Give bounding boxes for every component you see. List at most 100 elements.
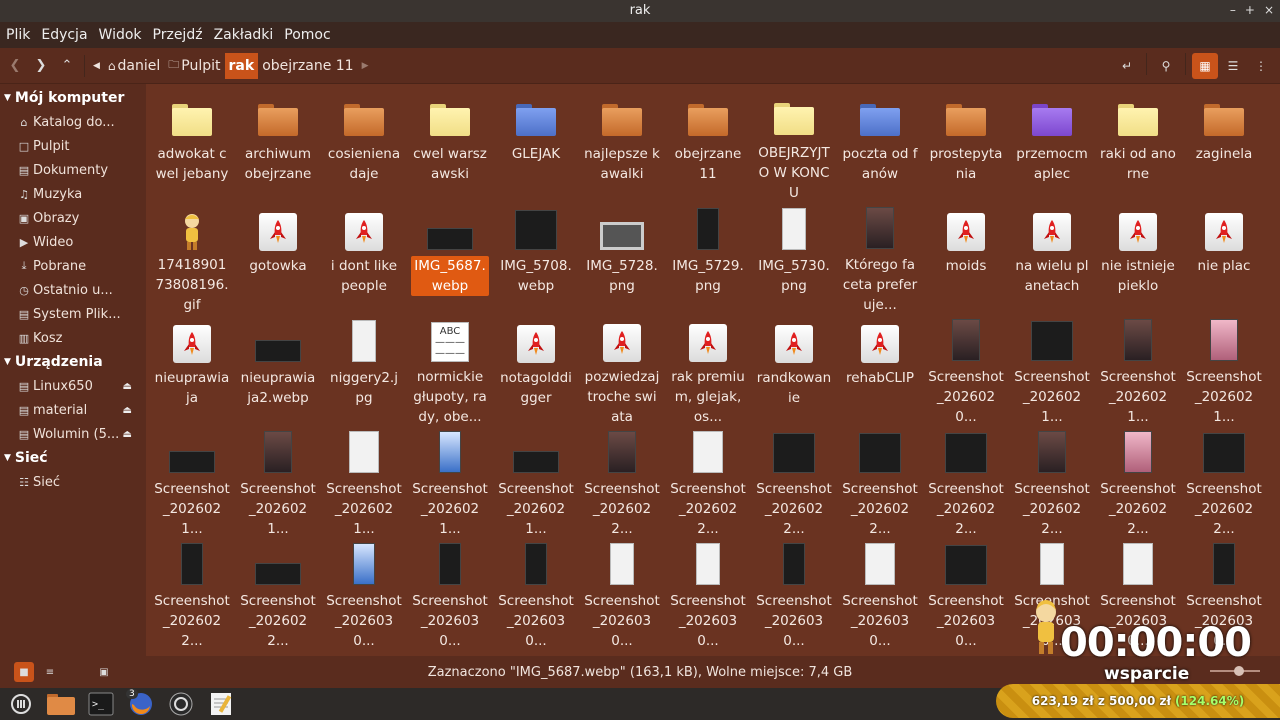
file-item[interactable]: Screenshot _2026022... bbox=[152, 542, 232, 650]
file-item[interactable]: pozwiedzaj troche swiata bbox=[582, 318, 662, 426]
sidebar-item[interactable]: ⌂ Katalog do... bbox=[0, 110, 146, 134]
file-item[interactable]: Screenshot _2026022... bbox=[1098, 430, 1178, 538]
file-item[interactable]: Screenshot _2026022... bbox=[238, 542, 318, 650]
menu-go[interactable]: Przejdź bbox=[153, 27, 203, 43]
sidebar-item[interactable]: ▤ System Plik... bbox=[0, 302, 146, 326]
file-item[interactable]: Screenshot _2026022... bbox=[840, 430, 920, 538]
file-item[interactable]: Screenshot _2026022... bbox=[1184, 430, 1264, 538]
breadcrumb-home[interactable]: ⌂ daniel bbox=[104, 53, 164, 79]
location-toggle-button[interactable]: ↵ bbox=[1114, 53, 1140, 79]
show-tree-button[interactable]: ≡ bbox=[40, 662, 60, 682]
file-item[interactable]: rehabCLIP bbox=[840, 318, 920, 426]
up-button[interactable]: ⌃ bbox=[54, 53, 80, 79]
back-button[interactable]: ❮ bbox=[2, 53, 28, 79]
minimize-button[interactable]: – bbox=[1230, 0, 1236, 21]
eject-icon[interactable]: ⏏ bbox=[123, 381, 132, 392]
breadcrumb-desktop[interactable]: 🗀 Pulpit bbox=[164, 53, 224, 79]
folder-item[interactable]: obejrzane 11 bbox=[668, 94, 748, 202]
sidebar-section-header[interactable]: ▼ Sieć bbox=[0, 446, 146, 470]
taskbar-obs[interactable] bbox=[164, 689, 198, 719]
file-item[interactable]: IMG_5730.png bbox=[754, 206, 834, 314]
file-item[interactable]: Screenshot _2026021... bbox=[152, 430, 232, 538]
file-item[interactable]: nieuprawiaja bbox=[152, 318, 232, 426]
file-item[interactable]: Screenshot _2026030... bbox=[496, 542, 576, 650]
file-item[interactable]: Screenshot _2026030... bbox=[840, 542, 920, 650]
file-item[interactable]: nie istnieje pieklo bbox=[1098, 206, 1178, 314]
slider-knob[interactable] bbox=[1234, 666, 1244, 676]
file-item[interactable]: nieuprawiaja2.webp bbox=[238, 318, 318, 426]
file-item[interactable]: nie plac bbox=[1184, 206, 1264, 314]
menu-file[interactable]: Plik bbox=[6, 27, 30, 43]
eject-icon[interactable]: ⏏ bbox=[123, 429, 132, 440]
sidebar-item[interactable]: ▤ Dokumenty bbox=[0, 158, 146, 182]
menu-bookmarks[interactable]: Zakładki bbox=[214, 27, 274, 43]
icon-view-button[interactable]: ▦ bbox=[1192, 53, 1218, 79]
taskbar-text-editor[interactable] bbox=[204, 689, 238, 719]
sidebar-item[interactable]: ⤓ Pobrane bbox=[0, 254, 146, 278]
file-item[interactable]: 1741890173808196.gif bbox=[152, 206, 232, 314]
search-button[interactable]: ⚲ bbox=[1153, 53, 1179, 79]
sidebar-item[interactable]: ▤ Linux650 ⏏ bbox=[0, 374, 146, 398]
close-button[interactable]: × bbox=[1264, 0, 1274, 21]
file-item[interactable]: randkowanie bbox=[754, 318, 834, 426]
file-item[interactable]: Screenshot _2026030... bbox=[668, 542, 748, 650]
forward-button[interactable]: ❯ bbox=[28, 53, 54, 79]
folder-item[interactable]: najlepsze kawalki bbox=[582, 94, 662, 202]
list-view-button[interactable]: ☰ bbox=[1220, 53, 1246, 79]
taskbar-terminal[interactable]: >_ bbox=[84, 689, 118, 719]
folder-item[interactable]: przemocmaplec bbox=[1012, 94, 1092, 202]
file-item[interactable]: moids bbox=[926, 206, 1006, 314]
file-item[interactable]: Screenshot _2026021... bbox=[1184, 318, 1264, 426]
file-item[interactable]: Screenshot _2026021... bbox=[410, 430, 490, 538]
file-item[interactable]: IMG_5687.webp bbox=[410, 206, 490, 314]
file-item[interactable]: IMG_5728.png bbox=[582, 206, 662, 314]
file-item[interactable]: Screenshot _2026022... bbox=[582, 430, 662, 538]
file-item[interactable]: Screenshot _2026021... bbox=[1098, 318, 1178, 426]
compact-view-button[interactable]: ⋮ bbox=[1248, 53, 1274, 79]
file-item[interactable]: rak premium, glejak, os... bbox=[668, 318, 748, 426]
folder-item[interactable]: adwokat cwel jebany bbox=[152, 94, 232, 202]
menu-launcher[interactable] bbox=[4, 689, 38, 719]
sidebar-item[interactable]: ▣ Obrazy bbox=[0, 206, 146, 230]
file-item[interactable]: notagolddigger bbox=[496, 318, 576, 426]
file-item[interactable]: Screenshot _2026022... bbox=[668, 430, 748, 538]
folder-item[interactable]: raki od anorne bbox=[1098, 94, 1178, 202]
file-item[interactable]: Screenshot _2026022... bbox=[754, 430, 834, 538]
sidebar-item[interactable]: ▥ Kosz bbox=[0, 326, 146, 350]
menu-help[interactable]: Pomoc bbox=[284, 27, 330, 43]
file-item[interactable]: Screenshot _2026021... bbox=[496, 430, 576, 538]
maximize-button[interactable]: + bbox=[1245, 0, 1255, 21]
folder-item[interactable]: zaginela bbox=[1184, 94, 1264, 202]
sidebar-item[interactable]: ♫ Muzyka bbox=[0, 182, 146, 206]
folder-item[interactable]: OBEJRZYJTO W KONCU bbox=[754, 94, 834, 202]
sidebar-item[interactable]: □ Pulpit bbox=[0, 134, 146, 158]
file-item[interactable]: Którego faceta preferuje... bbox=[840, 206, 920, 314]
breadcrumb-current[interactable]: rak bbox=[224, 52, 259, 79]
sidebar-section-header[interactable]: ▼ Mój komputer bbox=[0, 86, 146, 110]
breadcrumb-right-arrow-icon[interactable]: ▶ bbox=[358, 53, 373, 79]
file-item[interactable]: Screenshot _2026022... bbox=[926, 430, 1006, 538]
file-item[interactable]: Screenshot _2026021... bbox=[238, 430, 318, 538]
folder-item[interactable]: cosieniena daje bbox=[324, 94, 404, 202]
folder-item[interactable]: cwel warszawski bbox=[410, 94, 490, 202]
sidebar-item[interactable]: ▶ Wideo bbox=[0, 230, 146, 254]
file-item[interactable]: ABC ——— ——— normickie głupoty, rady, obe... bbox=[410, 318, 490, 426]
file-item[interactable]: Screenshot _2026030... bbox=[582, 542, 662, 650]
file-item[interactable]: IMG_5729.png bbox=[668, 206, 748, 314]
folder-item[interactable]: prostepytania bbox=[926, 94, 1006, 202]
sidebar-item[interactable]: ▤ Wolumin (5... ⏏ bbox=[0, 422, 146, 446]
eject-icon[interactable]: ⏏ bbox=[123, 405, 132, 416]
hide-sidebar-button[interactable]: ▣ bbox=[94, 662, 114, 682]
breadcrumb-left-arrow-icon[interactable]: ◀ bbox=[89, 53, 104, 79]
sidebar-item[interactable]: ▤ material ⏏ bbox=[0, 398, 146, 422]
file-item[interactable]: i dont like people bbox=[324, 206, 404, 314]
sidebar-item[interactable]: ☷ Sieć bbox=[0, 470, 146, 494]
file-item[interactable]: Screenshot _2026021... bbox=[1012, 318, 1092, 426]
file-item[interactable]: Screenshot _2026021... bbox=[324, 430, 404, 538]
file-item[interactable]: Screenshot _2026022... bbox=[1012, 430, 1092, 538]
file-item[interactable]: Screenshot _2026030... bbox=[410, 542, 490, 650]
menu-edit[interactable]: Edycja bbox=[41, 27, 87, 43]
folder-item[interactable]: GLEJAK bbox=[496, 94, 576, 202]
taskbar-firefox[interactable]: 3 bbox=[124, 689, 158, 719]
file-item[interactable]: niggery2.jpg bbox=[324, 318, 404, 426]
